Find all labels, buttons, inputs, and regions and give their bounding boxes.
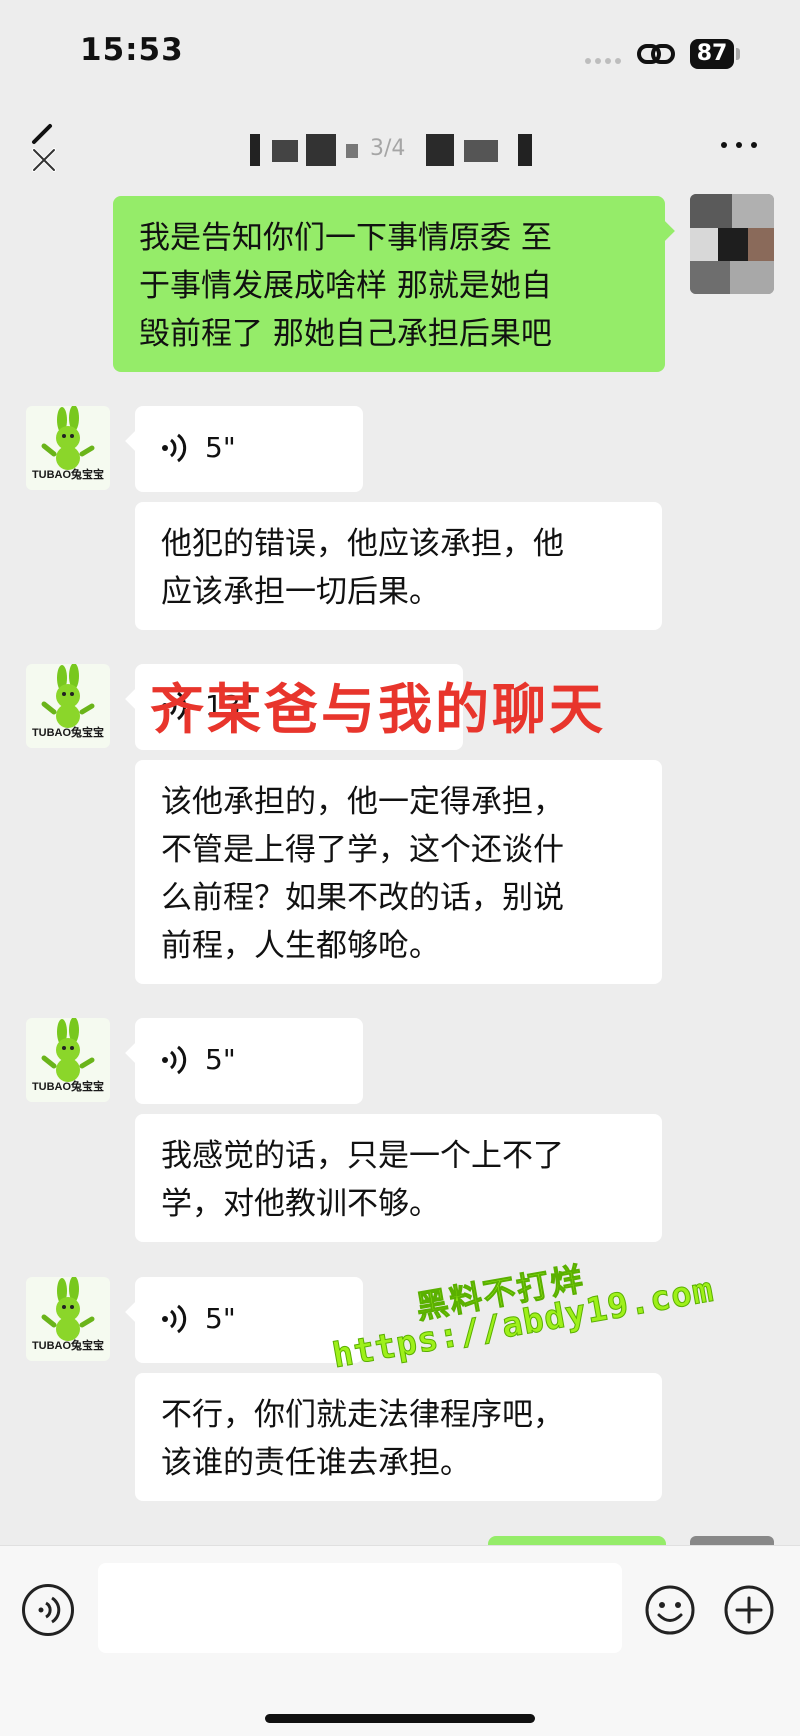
home-indicator[interactable]: [265, 1714, 535, 1723]
status-bar: 15:53 87: [0, 0, 800, 110]
voice-duration: 5": [205, 1043, 236, 1076]
contact-avatar[interactable]: TUBAO兔宝宝: [26, 406, 110, 490]
battery-indicator: 87: [690, 39, 734, 69]
more-icon[interactable]: [715, 130, 765, 160]
voice-wave-icon: [162, 1304, 187, 1334]
message-bubble-contact[interactable]: 我感觉的话，只是一个上不了 学，对他教训不够。: [135, 1114, 662, 1242]
contact-avatar[interactable]: TUBAO兔宝宝: [26, 1277, 110, 1361]
message-text: 学，对他教训不够。: [161, 1186, 440, 1222]
message-text: 不管是上得了学，这个还谈什: [161, 832, 564, 868]
voice-wave-icon: [162, 433, 187, 463]
message-bubble-self[interactable]: 我是告知你们一下事情原委 至 于事情发展成啥样 那就是她自 毁前程了 那她自己承…: [113, 196, 675, 372]
contact-avatar[interactable]: TUBAO兔宝宝: [26, 664, 110, 748]
message-text: 于事情发展成啥样 那就是她自: [139, 268, 552, 304]
link-icon: [637, 44, 675, 64]
voice-input-icon: [38, 1596, 61, 1624]
plus-icon[interactable]: [723, 1584, 775, 1636]
overlay-caption: 齐某爸与我的聊天: [150, 678, 606, 741]
avatar-logo-text: TUBAO兔宝宝: [31, 1081, 105, 1093]
message-text: 我是告知你们一下事情原委 至: [139, 220, 552, 256]
avatar-logo-text: TUBAO兔宝宝: [31, 469, 105, 481]
chat-title-text: 3/4: [370, 136, 406, 161]
status-time: 15:53: [80, 32, 184, 68]
chat-title: 3/4: [250, 134, 540, 166]
message-text: 该他承担的，他一定得承担，: [161, 784, 564, 820]
avatar-logo-text: TUBAO兔宝宝: [31, 727, 105, 739]
message-text: 他犯的错误，他应该承担，他: [161, 526, 564, 562]
input-bar: [0, 1545, 800, 1736]
battery-tip: [736, 48, 740, 60]
message-bubble-contact[interactable]: 不行，你们就走法律程序吧， 该谁的责任谁去承担。: [135, 1373, 662, 1501]
message-text: 我感觉的话，只是一个上不了: [161, 1138, 564, 1174]
contact-avatar[interactable]: TUBAO兔宝宝: [26, 1018, 110, 1102]
emoji-icon[interactable]: [644, 1584, 696, 1636]
voice-wave-icon: [162, 1045, 187, 1075]
signal-icon: [585, 48, 623, 64]
self-avatar[interactable]: [690, 194, 774, 294]
chat-header: 3/4: [0, 110, 800, 190]
voice-message[interactable]: 5": [125, 1277, 363, 1363]
message-text: 毁前程了 那她自己承担后果吧: [139, 316, 552, 352]
voice-duration: 5": [205, 431, 236, 464]
message-text: 么前程？如果不改的话，别说: [161, 880, 564, 916]
voice-input-button[interactable]: [22, 1584, 74, 1636]
message-text: 该谁的责任谁去承担。: [161, 1445, 471, 1481]
message-text: 前程，人生都够呛。: [161, 928, 440, 964]
message-bubble-contact[interactable]: 该他承担的，他一定得承担， 不管是上得了学，这个还谈什 么前程？如果不改的话，别…: [135, 760, 662, 984]
voice-message[interactable]: 5": [125, 406, 363, 492]
message-bubble-contact[interactable]: 他犯的错误，他应该承担，他 应该承担一切后果。: [135, 502, 662, 630]
back-icon[interactable]: [20, 118, 80, 178]
message-input[interactable]: [98, 1563, 622, 1653]
message-text: 应该承担一切后果。: [161, 574, 440, 610]
voice-message[interactable]: 5": [125, 1018, 363, 1104]
voice-duration: 5": [205, 1302, 236, 1335]
avatar-logo-text: TUBAO兔宝宝: [31, 1340, 105, 1352]
message-text: 不行，你们就走法律程序吧，: [161, 1397, 564, 1433]
